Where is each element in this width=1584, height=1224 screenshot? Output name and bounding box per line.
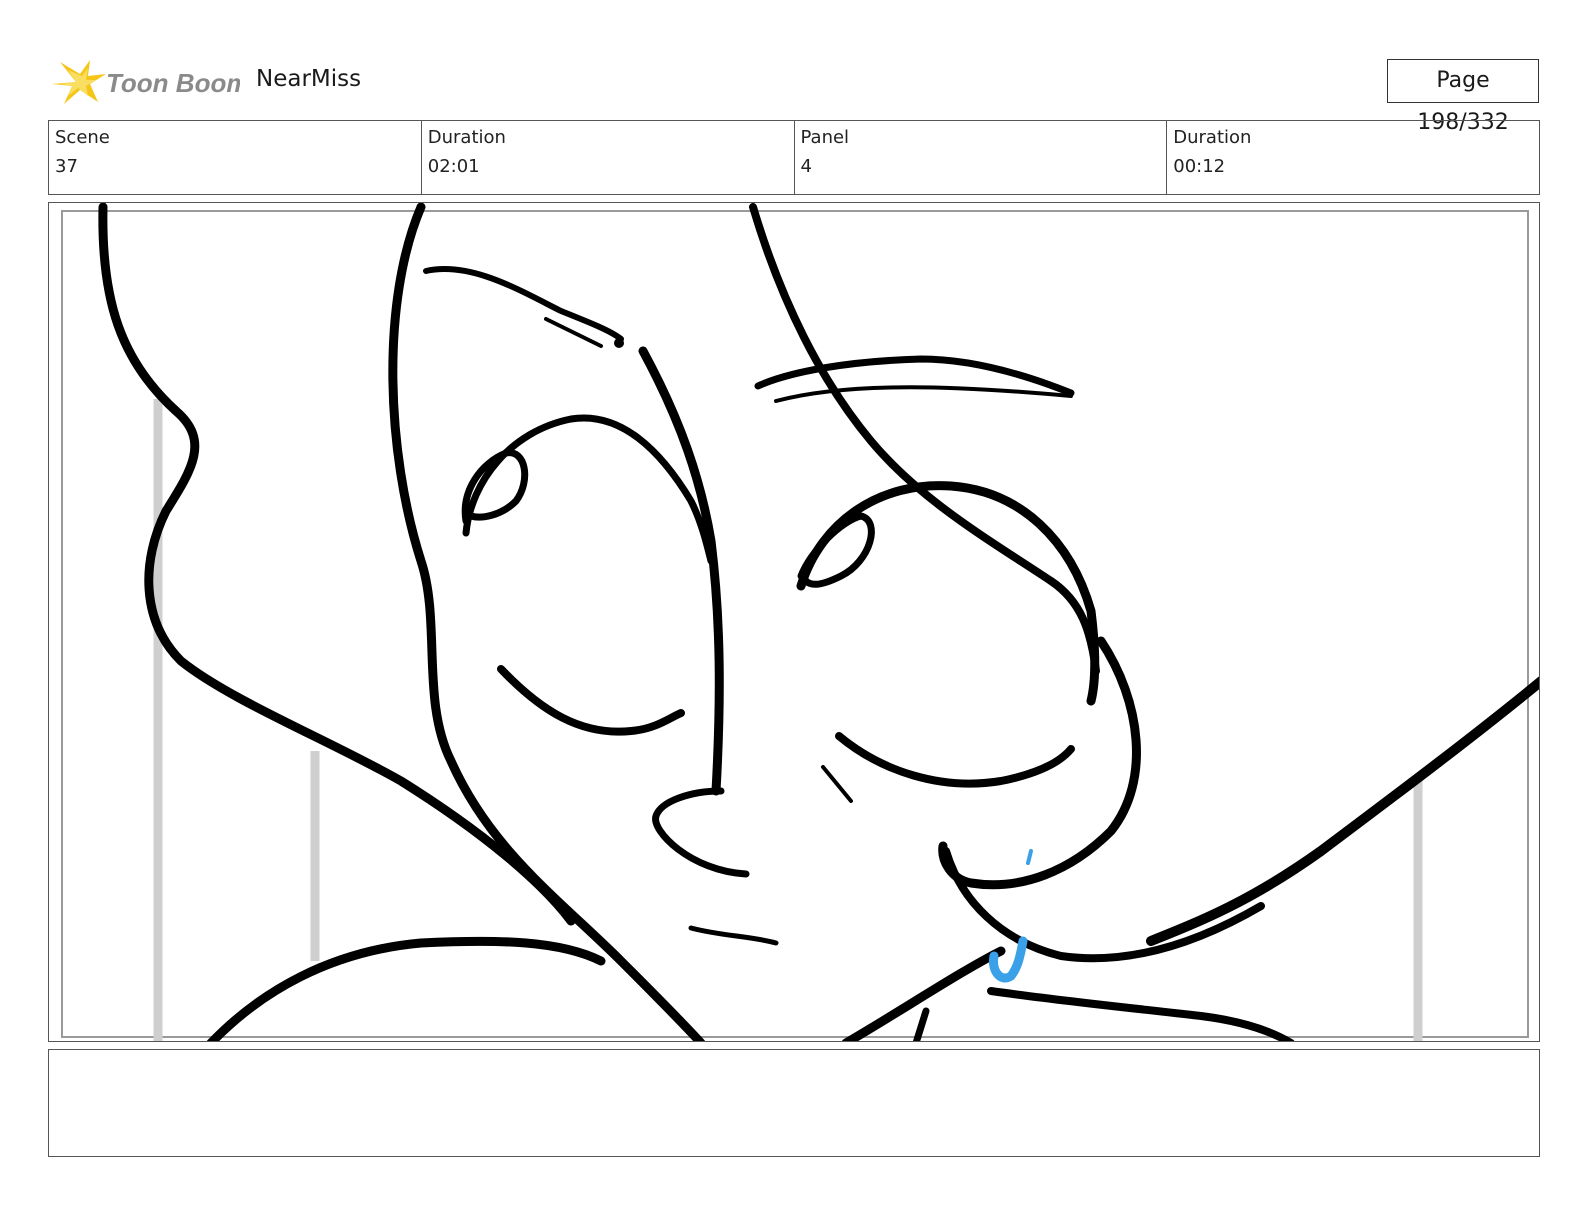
scene-duration-value: 02:01 bbox=[427, 156, 480, 177]
shoulder-line bbox=[987, 987, 1295, 1041]
panel-duration-value: 00:12 bbox=[1173, 156, 1226, 177]
scene-duration-cell: Duration 02:01 bbox=[422, 121, 795, 194]
right-hair-strand bbox=[749, 203, 1100, 675]
background-guides bbox=[153, 399, 1423, 1041]
right-closed-eye bbox=[835, 732, 1075, 788]
panel-label: Panel bbox=[800, 127, 850, 148]
scene-info-table: Scene 37 Duration 02:01 Panel 4 Duration… bbox=[48, 120, 1540, 195]
scene-duration-label: Duration bbox=[427, 127, 506, 148]
right-eye-inner bbox=[797, 512, 875, 588]
cheek-mark bbox=[821, 765, 853, 803]
panel-sketch bbox=[61, 203, 1539, 1041]
toon-boom-logo: Toon Boom bbox=[52, 60, 240, 104]
right-eye-curve bbox=[796, 481, 1100, 706]
left-closed-eye bbox=[497, 665, 685, 736]
left-hair-outline bbox=[98, 203, 576, 926]
right-arm bbox=[1146, 676, 1539, 946]
left-eye-curve bbox=[462, 414, 715, 565]
right-face-outline bbox=[938, 636, 1141, 890]
left-brow-dot bbox=[614, 338, 624, 348]
storyboard-panel bbox=[48, 202, 1540, 1042]
panel-duration-cell: Duration 00:12 bbox=[1167, 121, 1539, 194]
safe-frame bbox=[61, 210, 1529, 1038]
page-indicator: Page 198/332 bbox=[1387, 59, 1539, 135]
scene-value: 37 bbox=[55, 156, 78, 177]
blue-drop-mark bbox=[1026, 849, 1033, 865]
panel-value: 4 bbox=[800, 156, 812, 177]
scene-cell: Scene 37 bbox=[49, 121, 422, 194]
mouth-line bbox=[688, 925, 779, 946]
panel-notes-box bbox=[48, 1049, 1540, 1157]
star-burst-icon bbox=[52, 60, 106, 104]
scene-label: Scene bbox=[55, 127, 110, 148]
panel-duration-label: Duration bbox=[1173, 127, 1252, 148]
logo-text: Toon Boom bbox=[106, 68, 240, 98]
blue-accent-marks bbox=[988, 849, 1033, 983]
right-brow-under bbox=[774, 385, 1073, 403]
panel-cell: Panel 4 bbox=[795, 121, 1168, 194]
blue-check-mark bbox=[988, 936, 1028, 983]
project-title: NearMiss bbox=[256, 66, 362, 92]
nose bbox=[652, 787, 750, 878]
chin-line bbox=[942, 847, 1265, 963]
left-neck-line bbox=[206, 936, 606, 1041]
left-hair-strand bbox=[388, 203, 706, 1041]
left-brow bbox=[423, 266, 624, 342]
